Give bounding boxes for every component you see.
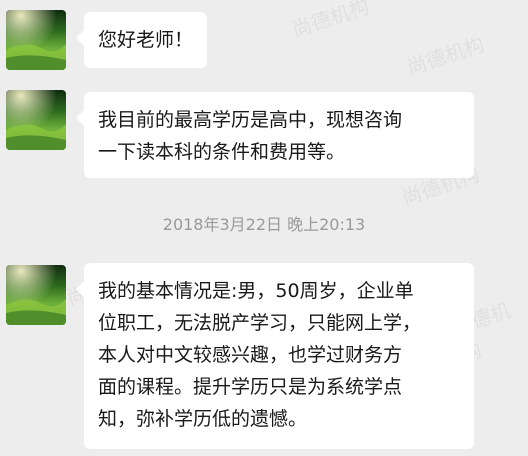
- avatar-landscape-icon: [6, 265, 66, 325]
- avatar[interactable]: [6, 90, 66, 150]
- avatar-landscape-icon: [6, 90, 66, 150]
- watermark: 尚德机构: [403, 32, 488, 80]
- chat-view: 尚德机构 尚德机构 尚德机构 尚德机构 尚德机构 您好老师！: [0, 0, 528, 456]
- watermark: 尚德机构: [288, 0, 373, 42]
- message-bubble[interactable]: 我目前的最高学历是高中，现想咨询 一下读本科的条件和费用等。: [76, 92, 474, 178]
- avatar[interactable]: [6, 10, 66, 70]
- avatar[interactable]: [6, 265, 66, 325]
- avatar-landscape-icon: [6, 10, 66, 70]
- message-bubble[interactable]: 您好老师！: [75, 12, 208, 68]
- message-bubble[interactable]: 我的基本情况是:男，50周岁，企业单 位职工，无法脱产学习，只能网上学， 本人对…: [76, 263, 474, 449]
- timestamp: 2018年3月22日 晚上20:13: [162, 215, 366, 234]
